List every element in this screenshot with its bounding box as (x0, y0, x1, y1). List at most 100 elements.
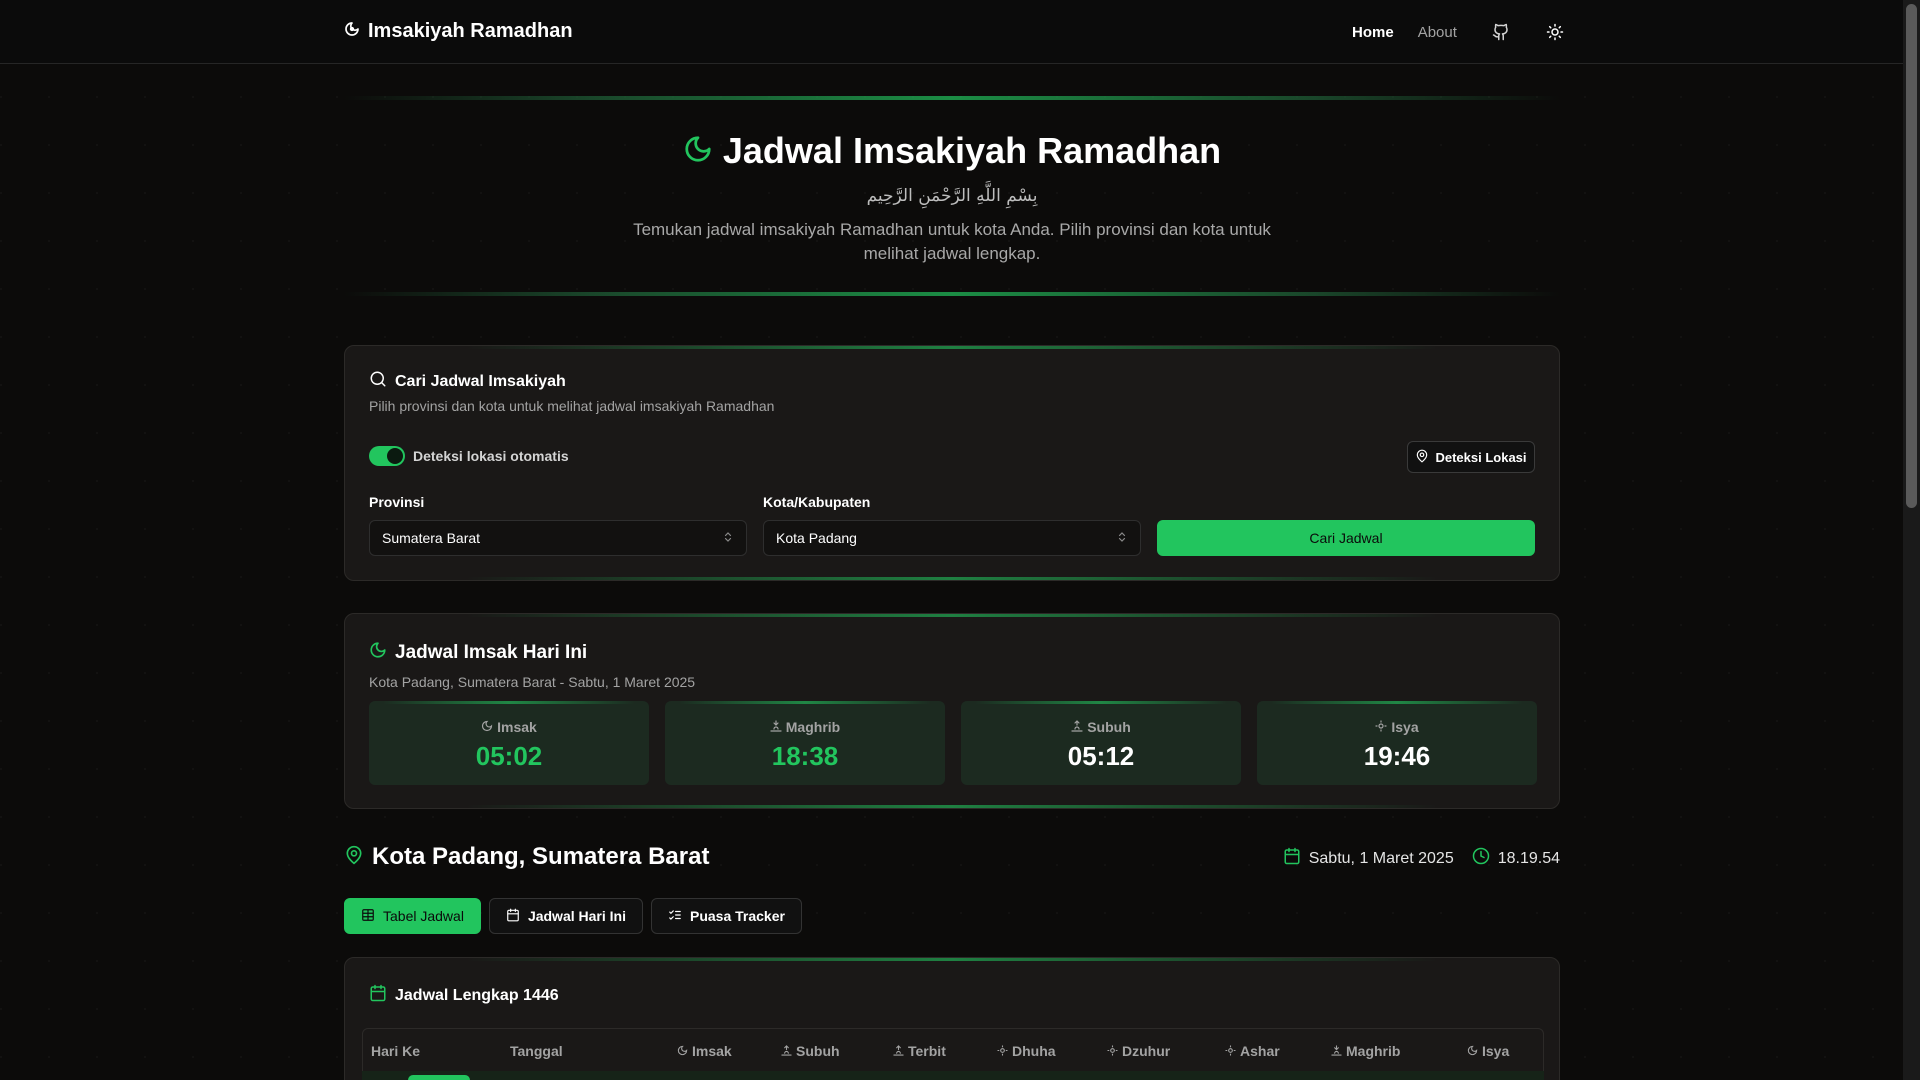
maghrib-label: Maghrib (665, 719, 945, 735)
nav-link-about[interactable]: About (1418, 24, 1457, 41)
today-card-title: Jadwal Imsak Hari Ini (395, 641, 588, 663)
city-value: Kota Padang (776, 530, 857, 546)
isya-time-box: Isya 19:46 (1257, 701, 1537, 785)
maghrib-label-text: Maghrib (785, 719, 841, 735)
hero-section: Jadwal Imsakiyah Ramadhan بِسْمِ اللَّهِ… (344, 96, 1560, 296)
hero-top-divider (344, 96, 1560, 100)
th-maghrib: Maghrib (1331, 1043, 1400, 1059)
sun-icon (1107, 1043, 1118, 1059)
city-select[interactable]: Kota Padang (763, 520, 1141, 556)
chevrons-up-down-icon (1116, 530, 1128, 546)
sun-icon (997, 1043, 1008, 1059)
location-meta: Sabtu, 1 Maret 2025 18.19.54 (1283, 847, 1560, 870)
search-card: Cari Jadwal Imsakiyah Pilih provinsi dan… (344, 345, 1560, 581)
nav-links: Home About (1352, 22, 1565, 42)
th-subuh: Subuh (781, 1043, 840, 1059)
tab-puasa-tracker[interactable]: Puasa Tracker (650, 898, 802, 934)
th-label: Imsak (692, 1043, 732, 1059)
detect-location-label: Deteksi Lokasi (1435, 449, 1527, 465)
search-card-title: Cari Jadwal Imsakiyah (395, 372, 566, 390)
province-select[interactable]: Sumatera Barat (369, 520, 747, 556)
moon-icon (677, 1043, 688, 1059)
moon-icon (481, 719, 493, 735)
th-label: Dzuhur (1122, 1043, 1171, 1059)
th-dhuha: Dhuha (997, 1043, 1056, 1059)
scrollbar-thumb[interactable] (1906, 4, 1917, 508)
detect-location-button[interactable]: Deteksi Lokasi (1407, 441, 1535, 473)
th-imsak: Imsak (677, 1043, 732, 1059)
th-label: Ashar (1240, 1043, 1280, 1059)
sun-theme-toggle-icon[interactable] (1545, 22, 1565, 42)
today-schedule-card: Jadwal Imsak Hari Ini Kota Padang, Sumat… (344, 613, 1560, 809)
card-accent-line-bottom (466, 805, 1438, 808)
th-label: Dhuha (1012, 1043, 1056, 1059)
search-icon (369, 370, 387, 393)
time-box-accent (679, 701, 931, 704)
clock-icon (1472, 847, 1490, 870)
subuh-label-text: Subuh (1087, 719, 1131, 735)
list-checks-icon (668, 908, 682, 925)
search-card-header: Cari Jadwal Imsakiyah (369, 370, 566, 393)
sunset-icon (770, 719, 782, 735)
imsak-time-box: Imsak 05:02 (369, 701, 649, 785)
table-row[interactable] (362, 1071, 1544, 1080)
today-badge (408, 1075, 470, 1080)
time-box-accent (975, 701, 1227, 704)
view-tabs: Tabel Jadwal Jadwal Hari Ini Puasa Track… (344, 898, 802, 934)
subuh-time-box: Subuh 05:12 (961, 701, 1241, 785)
today-card-header: Jadwal Imsak Hari Ini (369, 641, 587, 664)
calendar-icon (506, 908, 520, 925)
imsak-time-value: 05:02 (475, 741, 543, 771)
card-accent-line (466, 614, 1438, 617)
github-icon[interactable] (1491, 22, 1511, 42)
search-schedule-button[interactable]: Cari Jadwal (1157, 520, 1535, 556)
full-schedule-header: Jadwal Lengkap 1446 (369, 984, 559, 1007)
today-card-subtitle: Kota Padang, Sumatera Barat - Sabtu, 1 M… (369, 674, 696, 690)
top-navbar: Imsakiyah Ramadhan Home About (0, 0, 1903, 64)
th-label: Subuh (796, 1043, 840, 1059)
sunset-icon (1331, 1043, 1342, 1059)
auto-location-label: Deteksi lokasi otomatis (413, 448, 569, 464)
sunrise-icon (1071, 719, 1083, 735)
chevrons-up-down-icon (722, 530, 734, 546)
card-accent-line (466, 346, 1438, 349)
time-box-accent (1271, 701, 1523, 704)
search-card-subtitle: Pilih provinsi dan kota untuk melihat ja… (369, 398, 775, 414)
moon-icon (683, 134, 713, 169)
current-clock: 18.19.54 (1497, 849, 1560, 867)
card-accent-line (466, 958, 1438, 961)
th-isya: Isya (1467, 1043, 1509, 1059)
th-dzuhur: Dzuhur (1107, 1043, 1170, 1059)
tab-label: Puasa Tracker (689, 908, 785, 924)
auto-location-toggle[interactable] (369, 446, 405, 466)
province-value: Sumatera Barat (382, 530, 481, 546)
brand[interactable]: Imsakiyah Ramadhan (344, 20, 573, 43)
nav-link-home[interactable]: Home (1352, 24, 1394, 41)
toggle-knob (387, 448, 403, 464)
isya-time-value: 19:46 (1363, 741, 1431, 771)
th-label: Maghrib (1346, 1043, 1401, 1059)
full-schedule-card: Jadwal Lengkap 1446 Hari Ke Tanggal Imsa… (344, 957, 1560, 1080)
location-name: Kota Padang, Sumatera Barat (372, 843, 710, 870)
th-tanggal: Tanggal (510, 1043, 563, 1059)
map-pin-icon (1415, 449, 1429, 466)
th-ashar: Ashar (1225, 1043, 1280, 1059)
calendar-icon (1283, 847, 1301, 870)
th-terbit: Terbit (893, 1043, 946, 1059)
sunrise-icon (893, 1043, 904, 1059)
isya-label: Isya (1257, 719, 1537, 735)
brand-title: Imsakiyah Ramadhan (368, 20, 573, 42)
current-date: Sabtu, 1 Maret 2025 (1308, 849, 1454, 867)
time-box-accent (383, 701, 635, 704)
card-accent-line-bottom (466, 577, 1438, 580)
tab-jadwal-hari-ini[interactable]: Jadwal Hari Ini (488, 898, 643, 934)
sunrise-icon (781, 1043, 792, 1059)
province-label: Provinsi (369, 494, 425, 510)
hero-title-row: Jadwal Imsakiyah Ramadhan (344, 130, 1560, 172)
imsak-label-text: Imsak (497, 719, 537, 735)
calendar-icon (369, 984, 387, 1007)
page-title: Jadwal Imsakiyah Ramadhan (722, 130, 1222, 171)
tab-tabel-jadwal[interactable]: Tabel Jadwal (344, 898, 481, 934)
isya-label-text: Isya (1391, 719, 1419, 735)
subuh-label: Subuh (961, 719, 1241, 735)
